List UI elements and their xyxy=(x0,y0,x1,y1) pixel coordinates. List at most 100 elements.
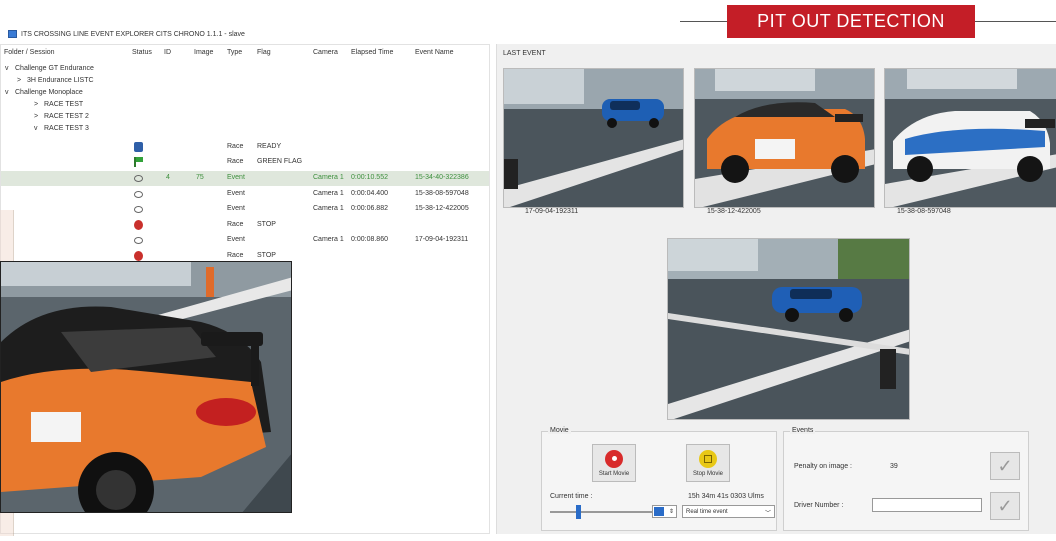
col-type[interactable]: Type xyxy=(227,49,242,56)
confirm-penalty-button[interactable]: ✓ xyxy=(990,452,1020,480)
tree-node-label: RACE TEST 2 xyxy=(44,113,89,120)
stop-status-icon xyxy=(134,220,143,230)
row-flag: STOP xyxy=(257,252,276,259)
row-type: Race xyxy=(227,158,244,165)
timeline-slider-track[interactable] xyxy=(550,511,654,513)
tree-node-label: 3H Endurance LISTC xyxy=(27,77,94,84)
spinner-arrows-icon[interactable]: ⇕ xyxy=(669,508,674,515)
last-event-pane: LAST EVENT 17-09-04-192311 15-38-12-4220… xyxy=(496,44,1056,534)
current-time-value: 15h 34m 41s 0303 Ulms xyxy=(688,493,764,500)
eye-icon xyxy=(134,175,143,182)
row-elapsed: 0:00:08.860 xyxy=(351,236,388,243)
row-type: Race xyxy=(227,221,244,228)
table-row[interactable]: Race GREEN FLAG xyxy=(1,155,489,170)
row-camera: Camera 1 xyxy=(313,236,344,243)
row-flag: STOP xyxy=(257,221,276,228)
driver-number-label: Driver Number : xyxy=(794,502,844,509)
penalty-label: Penalty on image : xyxy=(794,463,852,470)
stop-movie-label: Stop Movie xyxy=(692,470,723,477)
row-flag: GREEN FLAG xyxy=(257,158,303,165)
row-elapsed: 0:00:10.552 xyxy=(351,174,388,181)
col-id[interactable]: ID xyxy=(164,49,171,56)
row-flag: READY xyxy=(257,143,282,150)
table-row-selected[interactable]: 4 75 Event Camera 1 0:00:10.552 15-34-40… xyxy=(1,171,489,186)
record-icon xyxy=(605,449,623,468)
col-camera[interactable]: Camera xyxy=(313,49,338,56)
collapse-caret-icon[interactable]: > xyxy=(17,77,21,84)
checkmark-icon: ✓ xyxy=(997,455,1013,476)
expand-caret-icon[interactable]: v xyxy=(5,89,9,96)
eye-icon xyxy=(134,206,143,213)
table-row[interactable]: Race READY xyxy=(1,140,489,155)
playback-speed-value: Real time event xyxy=(686,508,728,515)
car-closeup-image xyxy=(1,262,291,512)
thumbnail-caption-3: 15-38-08-597048 xyxy=(897,208,951,215)
row-type: Event xyxy=(227,174,245,181)
event-photo-1 xyxy=(504,69,683,207)
start-movie-button[interactable]: Start Movie xyxy=(592,444,636,482)
eye-icon xyxy=(134,191,143,198)
tree-node-label: Challenge GT Endurance xyxy=(15,65,94,72)
expand-caret-icon[interactable]: v xyxy=(34,125,38,132)
row-type: Event xyxy=(227,205,245,212)
events-group-title: Events xyxy=(790,427,816,434)
col-elapsed[interactable]: Elapsed Time xyxy=(351,49,393,56)
table-row[interactable]: Race STOP xyxy=(1,218,489,233)
row-image: 75 xyxy=(196,174,204,181)
col-folder[interactable]: Folder / Session xyxy=(4,49,55,56)
driver-number-input[interactable] xyxy=(872,498,982,512)
col-flag[interactable]: Flag xyxy=(257,49,271,56)
green-flag-icon xyxy=(134,157,143,167)
row-id: 4 xyxy=(166,174,170,181)
row-event-name: 17-09-04-192311 xyxy=(415,236,469,243)
table-row[interactable]: Event Camera 1 0:00:04.400 15-38-08-5970… xyxy=(1,187,489,202)
row-camera: Camera 1 xyxy=(313,190,344,197)
stop-status-icon xyxy=(134,251,143,261)
row-event-name: 15-38-08-597048 xyxy=(415,190,469,197)
thumbnail-caption-2: 15-38-12-422005 xyxy=(707,208,761,215)
movie-group: Movie Start Movie Stop Movie Current tim… xyxy=(541,427,777,531)
event-photo-3 xyxy=(885,69,1056,207)
col-event-name[interactable]: Event Name xyxy=(415,49,454,56)
expand-caret-icon[interactable]: v xyxy=(5,65,9,72)
row-type: Event xyxy=(227,190,245,197)
table-row[interactable]: Event Camera 1 0:00:06.882 15-38-12-4220… xyxy=(1,202,489,217)
tree-header: Folder / Session Status ID Image Type Fl… xyxy=(1,49,489,61)
tree-node-label: RACE TEST 3 xyxy=(44,125,89,132)
app-icon xyxy=(8,30,17,38)
events-group: Events Penalty on image : 39 ✓ Driver Nu… xyxy=(783,427,1029,531)
playback-speed-select[interactable]: Real time event ﹀ xyxy=(682,505,775,518)
stop-movie-button[interactable]: Stop Movie xyxy=(686,444,730,482)
event-photo-main xyxy=(668,239,909,419)
table-row[interactable]: Event Camera 1 0:00:08.860 17-09-04-1923… xyxy=(1,233,489,248)
col-image[interactable]: Image xyxy=(194,49,213,56)
tree-node-label: RACE TEST xyxy=(44,101,84,108)
row-elapsed: 0:00:04.400 xyxy=(351,190,388,197)
timeline-slider-thumb[interactable] xyxy=(576,505,581,519)
row-event-name: 15-34-40-322386 xyxy=(415,174,469,181)
tree-node-label: Challenge Monoplace xyxy=(15,89,83,96)
col-status[interactable]: Status xyxy=(132,49,152,56)
event-thumbnail-2[interactable] xyxy=(694,68,875,208)
collapse-caret-icon[interactable]: > xyxy=(34,113,38,120)
row-type: Event xyxy=(227,236,245,243)
tree-node-race-test-3[interactable]: v RACE TEST 3 xyxy=(1,122,489,137)
row-camera: Camera 1 xyxy=(313,205,344,212)
row-camera: Camera 1 xyxy=(313,174,344,181)
event-thumbnail-3[interactable] xyxy=(884,68,1056,208)
window-titlebar: ITS CROSSING LINE EVENT EXPLORER CITS CH… xyxy=(0,27,700,41)
selected-event-photo[interactable] xyxy=(667,238,910,420)
spinner-value xyxy=(654,507,664,516)
row-event-name: 15-38-12-422005 xyxy=(415,205,469,212)
eye-icon xyxy=(134,237,143,244)
frame-spinner[interactable]: ⇕ xyxy=(652,505,677,518)
start-movie-label: Start Movie xyxy=(598,470,630,477)
row-type: Race xyxy=(227,143,244,150)
collapse-caret-icon[interactable]: > xyxy=(34,101,38,108)
event-thumbnail-1[interactable] xyxy=(503,68,684,208)
ready-status-icon xyxy=(134,142,143,152)
pit-out-banner: PIT OUT DETECTION xyxy=(727,5,975,38)
row-elapsed: 0:00:06.882 xyxy=(351,205,388,212)
current-time-label: Current time : xyxy=(550,493,593,500)
confirm-driver-button[interactable]: ✓ xyxy=(990,492,1020,520)
